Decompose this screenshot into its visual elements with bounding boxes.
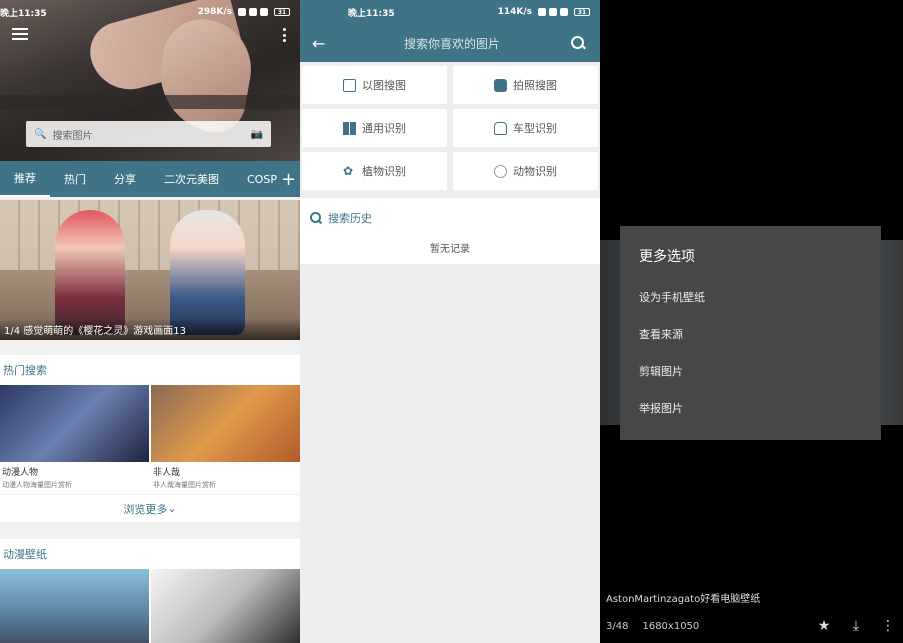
back-arrow-icon[interactable]: ← <box>312 34 336 53</box>
status-icons <box>238 8 268 16</box>
search-screen: 晚上11:35 114K/s 31 ← 搜索你喜欢的图片 以图搜图 拍照搜图 通… <box>300 0 600 643</box>
banner-caption: 1/4 感觉萌萌的《樱花之灵》游戏画面13 <box>0 318 300 340</box>
wallpaper-thumb[interactable] <box>151 569 300 643</box>
image-caption: AstonMartinzagato好看电脑壁纸 <box>606 594 761 605</box>
star-icon[interactable]: ★ <box>815 618 833 634</box>
home-screen: 晚上11:35 298K/s 31 🔍 搜索图片 📷 推荐 热门 分享 二次元美… <box>0 0 300 643</box>
history-title: 搜索历史 <box>328 212 372 225</box>
tab-hot[interactable]: 热门 <box>50 161 100 197</box>
menu-item-crop-image[interactable]: 剪辑图片 <box>620 352 881 389</box>
status-time: 晚上11:35 <box>348 8 395 19</box>
hot-search-section: 热门搜索 动漫人物 动漫人物海量图片赏析 非人哉 非人哉海量图片赏析 浏览更多 ⌄ <box>0 355 300 522</box>
banner-carousel[interactable]: 1/4 感觉萌萌的《樱花之灵》游戏画面13 <box>0 200 300 340</box>
image-index: 3/48 <box>606 620 629 632</box>
tab-cosplay[interactable]: COSP <box>233 161 277 197</box>
recognition-grid: 以图搜图 拍照搜图 通用识别 车型识别 ✿ 植物识别 动物识别 <box>302 66 598 190</box>
search-placeholder: 搜索图片 <box>52 130 93 142</box>
search-icon[interactable] <box>568 33 588 53</box>
status-time: 晚上11:35 <box>0 8 47 19</box>
battery-icon: 31 <box>574 8 590 16</box>
tab-anime[interactable]: 二次元美图 <box>150 161 233 197</box>
hot-search-item[interactable]: 动漫人物 动漫人物海量图片赏析 <box>0 385 149 494</box>
status-bar: 晚上11:35 114K/s 31 <box>300 0 600 24</box>
network-speed: 114K/s <box>497 7 532 17</box>
general-recognition-button[interactable]: 通用识别 <box>302 109 447 147</box>
car-icon <box>494 121 507 135</box>
image-resolution: 1680x1050 <box>642 620 700 632</box>
menu-item-view-source[interactable]: 查看来源 <box>620 315 881 352</box>
image-icon <box>343 78 356 92</box>
camera-icon <box>494 78 507 92</box>
viewer-footer: 3/48 1680x1050 ★ ⤓ ⋮ <box>600 612 903 640</box>
search-input[interactable]: 🔍 搜索图片 📷 <box>26 121 271 147</box>
menu-item-set-wallpaper[interactable]: 设为手机壁纸 <box>620 278 881 315</box>
section-title: 热门搜索 <box>3 364 47 377</box>
browse-more-link[interactable]: 浏览更多 ⌄ <box>0 494 300 522</box>
history-empty-text: 暂无记录 <box>430 244 470 255</box>
category-tabs: 推荐 热门 分享 二次元美图 COSP + <box>0 161 300 197</box>
status-bar: 晚上11:35 298K/s 31 <box>0 0 300 24</box>
wallpaper-thumb[interactable] <box>0 569 149 643</box>
hot-search-item[interactable]: 非人哉 非人哉海量图片赏析 <box>151 385 300 494</box>
overflow-menu-icon[interactable] <box>282 28 286 42</box>
tab-recommend[interactable]: 推荐 <box>0 161 50 197</box>
battery-icon: 31 <box>274 8 290 16</box>
car-recognition-button[interactable]: 车型识别 <box>453 109 598 147</box>
grid-icon <box>343 121 356 135</box>
search-icon <box>310 212 322 224</box>
menu-title: 更多选项 <box>639 249 695 265</box>
search-header: 晚上11:35 114K/s 31 ← 搜索你喜欢的图片 <box>300 0 600 62</box>
search-history: 搜索历史 暂无记录 <box>300 198 600 264</box>
animal-recognition-button[interactable]: 动物识别 <box>453 152 598 190</box>
image-viewer: 更多选项 设为手机壁纸 查看来源 剪辑图片 举报图片 AstonMartinza… <box>600 0 903 643</box>
section-title: 动漫壁纸 <box>3 548 47 561</box>
network-speed: 298K/s <box>197 7 232 17</box>
status-icons <box>538 8 568 16</box>
tab-share[interactable]: 分享 <box>100 161 150 197</box>
search-icon: 🔍 <box>34 128 47 140</box>
more-options-menu: 更多选项 设为手机壁纸 查看来源 剪辑图片 举报图片 <box>620 226 881 440</box>
search-input[interactable]: 搜索你喜欢的图片 <box>336 35 568 52</box>
add-tab-icon[interactable]: + <box>277 169 300 190</box>
hamburger-menu-icon[interactable] <box>12 28 28 40</box>
camera-icon[interactable]: 📷 <box>251 129 263 140</box>
photo-search-button[interactable]: 拍照搜图 <box>453 66 598 104</box>
animal-icon <box>494 164 507 178</box>
wallpaper-section: 动漫壁纸 <box>0 539 300 643</box>
menu-item-report-image[interactable]: 举报图片 <box>620 389 881 426</box>
more-icon[interactable]: ⋮ <box>879 618 897 634</box>
search-by-image-button[interactable]: 以图搜图 <box>302 66 447 104</box>
plant-icon: ✿ <box>343 163 354 178</box>
download-icon[interactable]: ⤓ <box>847 618 865 634</box>
chevron-down-icon: ⌄ <box>167 502 177 515</box>
plant-recognition-button[interactable]: ✿ 植物识别 <box>302 152 447 190</box>
